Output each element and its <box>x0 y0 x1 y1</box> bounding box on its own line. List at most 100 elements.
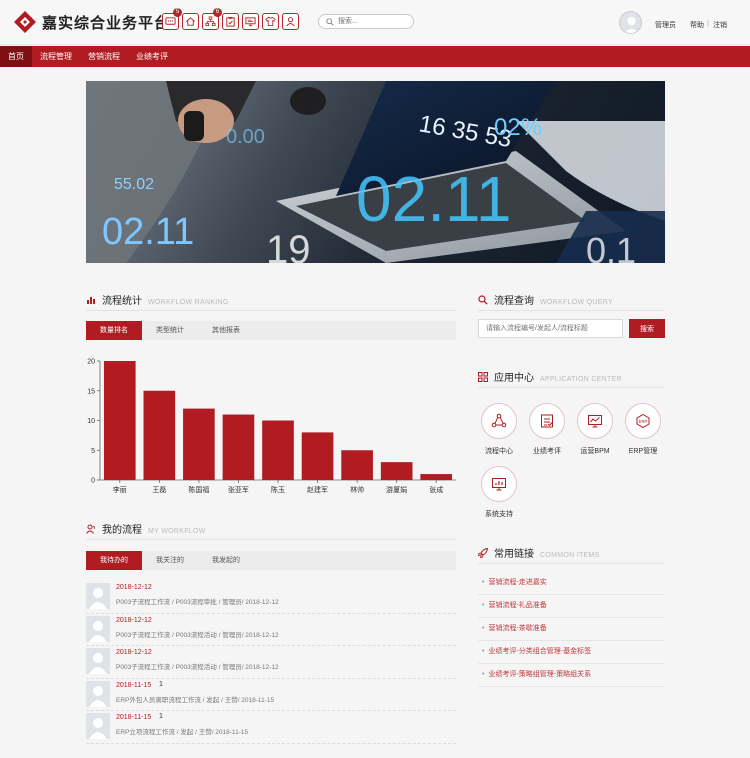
banner-text: 0.1 <box>586 230 636 263</box>
divider <box>478 310 665 311</box>
common-links-list: 营销流程-走进嘉实 营销流程-礼品准备 营销流程-茶歇准备 业绩考评-分类组合管… <box>478 572 665 687</box>
item-desc: P003子流程工作流 / P003流程审批 / 管理员/ 2018-12-12 <box>116 599 279 606</box>
tab-count-ranking[interactable]: 数量排名 <box>86 321 142 340</box>
list-item[interactable]: 2018-11-15 1 ERP立项流程工作流 / 发起 / 王赞/ 2018-… <box>86 711 456 744</box>
user-icon[interactable] <box>282 13 299 30</box>
item-date[interactable]: 2018-12-12 <box>116 617 152 624</box>
list-item[interactable]: 2018-12-12 P003子流程工作流 / P003流程审批 / 管理员/ … <box>86 581 456 614</box>
query-section-title: 流程查询 WORKFLOW QUERY <box>478 292 613 307</box>
stats-title: 流程统计 <box>102 296 142 307</box>
bar <box>222 414 255 480</box>
banner-text: 02% <box>494 114 542 141</box>
y-tick-label: 20 <box>87 359 95 366</box>
avatar <box>86 713 110 739</box>
main-nav: 首页 流程管理 营销流程 业绩考评 <box>0 46 750 67</box>
item-desc: ERP立项流程工作流 / 发起 / 王赞/ 2018-11-15 <box>116 729 249 736</box>
list-item[interactable]: 2018-11-15 1 ERP外包人员离职流程工作流 / 发起 / 王赞/ 2… <box>86 679 456 711</box>
item-date[interactable]: 2018-12-12 <box>116 649 152 656</box>
bpm-icon[interactable] <box>577 403 613 439</box>
tab-my-initiated[interactable]: 我发起的 <box>198 551 254 570</box>
workflow-ranking-chart: 0 5 10 15 20 李丽 王磊 陈国福 张亚军 陈玉 赵建军 林帅 游厦娟 张成 <box>87 359 456 494</box>
tab-type-stats[interactable]: 类型统计 <box>142 321 198 340</box>
search-icon <box>478 295 488 305</box>
divider <box>478 387 665 388</box>
app-bpm[interactable]: 运营BPM <box>575 403 615 456</box>
banner-text: 55.02 <box>114 176 154 193</box>
item-date[interactable]: 2018-11-15 <box>116 682 151 689</box>
x-tick-label: 王磊 <box>152 486 166 494</box>
user-name[interactable]: 管理员 <box>655 20 676 30</box>
x-tick-label: 林帅 <box>350 485 364 494</box>
common-title: 常用链接 <box>494 549 534 560</box>
tab-my-followed[interactable]: 我关注的 <box>142 551 198 570</box>
item-desc: P003子流程工作流 / P003流程活动 / 管理员/ 2018-12-12 <box>116 664 279 671</box>
clipboard-icon[interactable] <box>222 13 239 30</box>
app-system-support[interactable]: 系统支持 <box>479 466 519 519</box>
common-link[interactable]: 业绩考评-分类组合管理-基金标签 <box>478 641 665 664</box>
top-header: 嘉实综合业务平台 5 6 管理员 帮助 | 注销 <box>0 0 750 45</box>
common-link[interactable]: 营销流程-礼品准备 <box>478 595 665 618</box>
item-date[interactable]: 2018-11-15 <box>116 714 151 721</box>
svg-text:ERP: ERP <box>639 419 648 424</box>
app-workflow-center[interactable]: 流程中心 <box>479 403 519 456</box>
bar <box>183 408 215 480</box>
tab-my-todo[interactable]: 我待办的 <box>86 551 142 570</box>
message-badge: 5 <box>173 8 182 17</box>
common-link[interactable]: 营销流程-茶歇准备 <box>478 618 665 641</box>
logo-icon[interactable] <box>14 11 36 33</box>
query-search-button[interactable]: 搜索 <box>629 319 665 338</box>
evaluation-icon[interactable] <box>529 403 565 439</box>
search-input[interactable] <box>338 16 410 27</box>
toolbar-icons: 5 6 <box>162 8 299 30</box>
avatar <box>86 583 110 609</box>
y-tick-label: 0 <box>91 478 95 485</box>
common-link[interactable]: 业绩考评-策略组管理-策略组关系 <box>478 664 665 687</box>
help-link[interactable]: 帮助 <box>690 20 704 30</box>
common-subtitle: COMMON ITEMS <box>540 552 600 559</box>
common-link[interactable]: 营销流程-走进嘉实 <box>478 572 665 595</box>
org-badge: 6 <box>213 8 222 17</box>
home-icon[interactable] <box>182 13 199 30</box>
banner-text: 0.00 <box>226 126 265 148</box>
nav-marketing[interactable]: 营销流程 <box>80 46 128 67</box>
app-evaluation[interactable]: 业绩考评 <box>527 403 567 456</box>
list-item[interactable]: 2018-12-12 P003子流程工作流 / P003流程活动 / 管理员/ … <box>86 614 456 646</box>
item-count: 1 <box>159 713 163 720</box>
avatar[interactable] <box>619 11 642 34</box>
message-icon[interactable]: 5 <box>162 8 182 30</box>
divider <box>478 563 665 564</box>
shirt-icon[interactable] <box>262 13 279 30</box>
list-item[interactable]: 2018-12-12 P003子流程工作流 / P003流程活动 / 管理员/ … <box>86 646 456 679</box>
item-desc: P003子流程工作流 / P003流程活动 / 管理员/ 2018-12-12 <box>116 631 279 639</box>
app-label: ERP管理 <box>628 448 658 455</box>
my-workflow-title: 我的流程 <box>102 525 142 536</box>
divider <box>86 539 456 540</box>
app-label: 流程中心 <box>485 448 513 455</box>
erp-icon[interactable]: ERP <box>625 403 661 439</box>
tab-other-reports[interactable]: 其他报表 <box>198 321 254 340</box>
banner-text: 02.11 <box>102 211 194 253</box>
org-chart-icon[interactable]: 6 <box>202 8 222 30</box>
divider <box>86 310 456 311</box>
my-workflow-subtitle: MY WORKFLOW <box>148 528 206 535</box>
nav-performance[interactable]: 业绩考评 <box>128 46 176 67</box>
item-desc: ERP外包人员离职流程工作流 / 发起 / 王赞/ 2018-11-15 <box>116 696 275 704</box>
x-tick-label: 陈玉 <box>271 485 285 494</box>
logout-link[interactable]: 注销 <box>713 20 727 30</box>
banner-image: 55.02 0.00 02.11 16 35 53 02% 02.11 19 0… <box>86 81 665 263</box>
top-search[interactable] <box>318 14 414 29</box>
system-support-icon[interactable] <box>481 466 517 502</box>
item-date[interactable]: 2018-12-12 <box>116 584 152 591</box>
workflow-icon[interactable] <box>481 403 517 439</box>
monitor-icon[interactable] <box>242 13 259 30</box>
query-input[interactable] <box>478 319 623 338</box>
workflow-list: 2018-12-12 P003子流程工作流 / P003流程审批 / 管理员/ … <box>86 581 456 744</box>
avatar <box>86 615 110 642</box>
stats-section-title: 流程统计 WORKFLOW RANKING <box>86 292 229 307</box>
nav-workflow-mgmt[interactable]: 流程管理 <box>32 46 80 67</box>
app-erp[interactable]: ERP ERP管理 <box>623 403 663 456</box>
nav-home[interactable]: 首页 <box>0 46 32 67</box>
app-title: 嘉实综合业务平台 <box>42 15 171 32</box>
divider: | <box>707 20 709 27</box>
x-tick-label: 李丽 <box>113 485 127 494</box>
